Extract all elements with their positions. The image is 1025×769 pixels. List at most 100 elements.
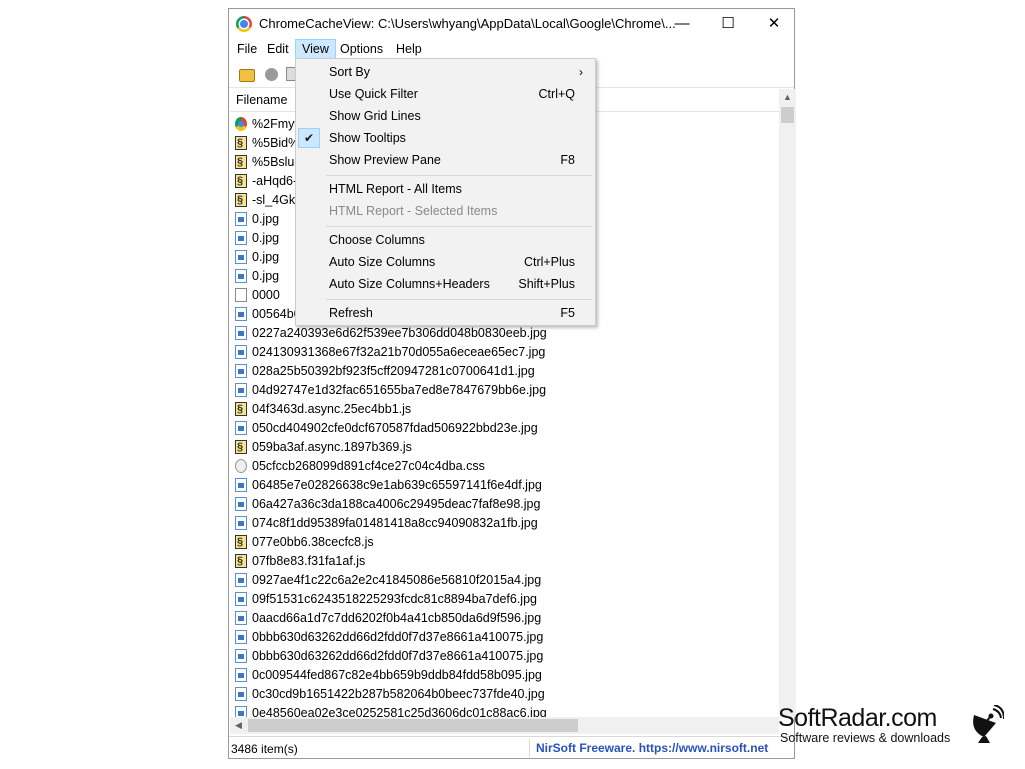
list-item[interactable]: 077e0bb6.38cecfc8.js [234, 533, 774, 552]
list-item[interactable]: 0bbb630d63262dd66d2fdd0f7d37e8661a410075… [234, 628, 774, 647]
image-icon [235, 630, 247, 644]
css-icon [235, 459, 247, 473]
list-item[interactable]: 07fb8e83.f31fa1af.js [234, 552, 774, 571]
list-item[interactable]: 0227a240393e6d62f539ee7b306dd048b0830eeb… [234, 324, 774, 343]
list-item[interactable]: 024130931368e67f32a21b70d055a6eceae65ec7… [234, 343, 774, 362]
list-item[interactable]: 06a427a36c3da188ca4006c29495deac7faf8e98… [234, 495, 774, 514]
menu-view[interactable]: View [295, 39, 336, 59]
image-icon [235, 611, 247, 625]
menu-item-auto-size-columns-headers[interactable]: Auto Size Columns+Headers Shift+Plus [296, 273, 595, 295]
list-item[interactable]: 04d92747e1d32fac651655ba7ed8e7847679bb6e… [234, 381, 774, 400]
view-menu-dropdown: Sort By › Use Quick Filter Ctrl+Q Show G… [295, 58, 596, 326]
close-button[interactable]: ✕ [751, 9, 797, 39]
script-icon [235, 552, 247, 571]
list-item[interactable]: 0e48560ea02e3ce0252581c25d3606dc01c88ac6… [234, 704, 774, 717]
list-item[interactable]: 09f51531c6243518225293fcdc81c8894ba7def6… [234, 590, 774, 609]
chrome-cache-app-icon [236, 16, 252, 32]
menu-edit[interactable]: Edit [261, 40, 295, 58]
menu-item-auto-size-columns[interactable]: Auto Size Columns Ctrl+Plus [296, 251, 595, 273]
list-item-filename: 05cfccb268099d891cf4ce27c04c4dba.css [252, 459, 485, 473]
list-item-filename: 06485e7e02826638c9e1ab639c65597141f6e4df… [252, 478, 542, 492]
horizontal-scroll-thumb[interactable] [248, 719, 578, 732]
title-bar[interactable]: ChromeCacheView: C:\Users\whyang\AppData… [229, 9, 794, 39]
menu-item-html-report-all[interactable]: HTML Report - All Items [296, 178, 595, 200]
list-item-filename: %5Bid% [252, 136, 300, 150]
watermark-tagline: Software reviews & downloads [780, 731, 951, 745]
menu-separator [326, 226, 592, 227]
list-item[interactable]: 0927ae4f1c22c6a2e2c41845086e56810f2015a4… [234, 571, 774, 590]
maximize-button[interactable]: ☐ [705, 9, 751, 39]
menu-item-label: HTML Report - All Items [329, 182, 462, 196]
menu-item-refresh[interactable]: Refresh F5 [296, 302, 595, 324]
menu-item-shortcut: F8 [560, 153, 575, 167]
list-item-filename: 0.jpg [252, 231, 280, 245]
list-item-filename: 024130931368e67f32a21b70d055a6eceae65ec7… [252, 345, 546, 359]
horizontal-scrollbar[interactable]: ◀ [230, 717, 779, 734]
minimize-button[interactable]: — [659, 9, 705, 39]
menu-item-shortcut: Ctrl+Plus [523, 255, 575, 269]
list-item-filename: 0927ae4f1c22c6a2e2c41845086e56810f2015a4… [252, 573, 542, 587]
menu-item-sort-by[interactable]: Sort By › [296, 61, 595, 83]
stop-icon[interactable] [265, 68, 278, 81]
list-item-filename: -sl_4Gkc [252, 193, 302, 207]
image-icon [235, 592, 247, 606]
menu-options[interactable]: Options [334, 40, 389, 58]
list-item-filename: 04f3463d.async.25ec4bb1.js [252, 402, 412, 416]
column-header-label: Filename [236, 93, 288, 107]
open-folder-icon[interactable] [239, 69, 255, 82]
menu-item-shortcut: Shift+Plus [518, 277, 575, 291]
chrome-icon [235, 117, 247, 131]
list-item-filename: 0e48560ea02e3ce0252581c25d3606dc01c88ac6… [252, 706, 547, 717]
satellite-dish-icon [973, 705, 1004, 743]
menu-help[interactable]: Help [390, 40, 428, 58]
image-icon [235, 516, 247, 530]
scroll-left-arrow-icon[interactable]: ◀ [230, 717, 247, 734]
menu-separator [326, 299, 592, 300]
list-item[interactable]: 06485e7e02826638c9e1ab639c65597141f6e4df… [234, 476, 774, 495]
image-icon [235, 478, 247, 492]
list-item-filename: 0c009544fed867c82e4bb659b9ddb84fdd58b095… [252, 668, 542, 682]
window-title: ChromeCacheView: C:\Users\whyang\AppData… [259, 16, 676, 31]
list-item[interactable]: 04f3463d.async.25ec4bb1.js [234, 400, 774, 419]
menu-item-label: Show Tooltips [329, 131, 406, 145]
list-item[interactable]: 059ba3af.async.1897b369.js [234, 438, 774, 457]
image-icon [235, 649, 247, 663]
menu-item-label: Choose Columns [329, 233, 425, 247]
list-item-filename: 07fb8e83.f31fa1af.js [252, 554, 366, 568]
script-icon [235, 191, 247, 210]
list-item-filename: 0.jpg [252, 212, 280, 226]
menu-item-label: HTML Report - Selected Items [329, 204, 498, 218]
image-icon [235, 687, 247, 701]
list-item-filename: 0.jpg [252, 250, 280, 264]
scroll-up-arrow-icon[interactable]: ▲ [779, 89, 796, 106]
menu-file[interactable]: File [231, 40, 263, 58]
list-item[interactable]: 028a25b50392bf923f5cff20947281c0700641d1… [234, 362, 774, 381]
nirsoft-link[interactable]: NirSoft Freeware. https://www.nirsoft.ne… [529, 739, 776, 757]
list-item[interactable]: 0aacd66a1d7c7dd6202f0b4a41cb850da6d9f596… [234, 609, 774, 628]
list-item[interactable]: 074c8f1dd95389fa01481418a8cc94090832a1fb… [234, 514, 774, 533]
list-item-filename: 0227a240393e6d62f539ee7b306dd048b0830eeb… [252, 326, 547, 340]
menu-item-show-tooltips[interactable]: ✔ Show Tooltips [296, 127, 595, 149]
menu-item-choose-columns[interactable]: Choose Columns [296, 229, 595, 251]
script-icon [235, 134, 247, 153]
list-item-filename: 0bbb630d63262dd66d2fdd0f7d37e8661a410075… [252, 630, 544, 644]
menu-item-show-grid-lines[interactable]: Show Grid Lines [296, 105, 595, 127]
image-icon [235, 421, 247, 435]
menu-item-use-quick-filter[interactable]: Use Quick Filter Ctrl+Q [296, 83, 595, 105]
image-icon [235, 668, 247, 682]
list-item-filename: 0c30cd9b1651422b287b582064b0beec737fde40… [252, 687, 545, 701]
menu-separator [326, 175, 592, 176]
menu-item-show-preview-pane[interactable]: Show Preview Pane F8 [296, 149, 595, 171]
menu-item-shortcut: F5 [560, 306, 575, 320]
list-item-filename: 059ba3af.async.1897b369.js [252, 440, 412, 454]
list-item[interactable]: 0c009544fed867c82e4bb659b9ddb84fdd58b095… [234, 666, 774, 685]
list-item[interactable]: 05cfccb268099d891cf4ce27c04c4dba.css [234, 457, 774, 476]
vertical-scrollbar[interactable]: ▲ [779, 89, 796, 717]
menu-item-label: Refresh [329, 306, 373, 320]
image-icon [235, 231, 247, 245]
list-item[interactable]: 0bbb630d63262dd66d2fdd0f7d37e8661a410075… [234, 647, 774, 666]
menu-item-label: Show Grid Lines [329, 109, 421, 123]
list-item[interactable]: 0c30cd9b1651422b287b582064b0beec737fde40… [234, 685, 774, 704]
vertical-scroll-thumb[interactable] [781, 107, 794, 123]
list-item[interactable]: 050cd404902cfe0dcf670587fdad506922bbd23e… [234, 419, 774, 438]
